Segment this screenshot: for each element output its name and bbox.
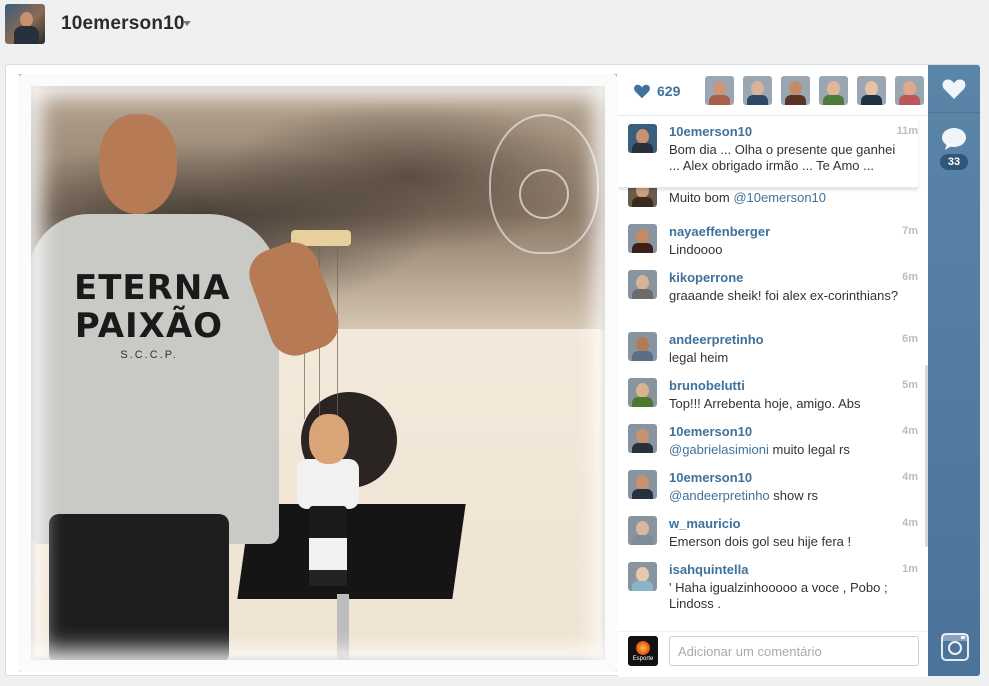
comment-time: 4m	[902, 517, 918, 529]
comment-username[interactable]: kikoperrone	[669, 270, 743, 285]
avatar[interactable]	[628, 378, 657, 407]
vintage-photo-frame	[19, 74, 617, 672]
comment-button[interactable]: 33	[928, 113, 980, 183]
liker-avatar[interactable]	[819, 76, 848, 105]
comment-input[interactable]	[669, 636, 919, 666]
mention-link[interactable]: @andeerpretinho	[669, 488, 770, 503]
comment-username[interactable]: 10emerson10	[669, 424, 752, 439]
heart-icon	[634, 84, 650, 99]
comment-text: Muito bom @10emerson10	[669, 190, 827, 205]
avatar[interactable]	[628, 332, 657, 361]
mention-link[interactable]: @10emerson10	[733, 190, 826, 205]
speech-bubble-icon	[942, 128, 966, 150]
list-item: kikoperrone 6m graaande sheik! foi alex ex…	[618, 262, 918, 308]
liker-avatar[interactable]	[857, 76, 886, 105]
comment-time: 11m	[896, 125, 918, 137]
comment-time: 5m	[902, 379, 918, 391]
liker-avatar[interactable]	[895, 76, 924, 105]
comment-username[interactable]: brunobelutti	[669, 378, 745, 393]
likes-row: 629	[618, 65, 928, 116]
like-count: 629	[657, 83, 681, 99]
comment-text: Top!!! Arrebenta hoje, amigo. Abs	[669, 396, 861, 411]
comment-time: 4m	[902, 425, 918, 437]
comment-text: ' Haha igualzinhooooo a voce , Pobo ; Li…	[669, 580, 888, 611]
comment-count-badge: 33	[940, 154, 968, 170]
profile-username[interactable]: 10emerson10	[61, 13, 185, 35]
list-item: 10emerson10 4m @gabrielasimioni muito lega…	[618, 416, 918, 462]
avatar[interactable]	[628, 562, 657, 591]
comment-text: legal heim	[669, 350, 729, 365]
avatar[interactable]	[628, 270, 657, 299]
post-photo[interactable]: ETERNA PAIXÃO S.C.C.P.	[19, 74, 617, 672]
chevron-down-icon[interactable]	[183, 21, 191, 26]
like-count-button[interactable]: 629	[627, 76, 699, 106]
list-item: 10emerson10 4m @andeerpretinho show rs	[618, 462, 918, 508]
list-item: isahquintella 1m ' Haha igualzinhooooo a v…	[618, 554, 918, 611]
instagram-camera-icon[interactable]	[941, 633, 969, 661]
comment-time: 4m	[902, 471, 918, 483]
list-item: w_mauricio 4m Emerson dois gol seu hije fe…	[618, 508, 918, 554]
comment-text: Bom dia ... Olha o presente que ganhei .…	[669, 142, 896, 173]
comment-composer: Esporte	[618, 631, 928, 677]
heart-icon	[942, 79, 966, 99]
comment-text: @andeerpretinho show rs	[669, 488, 819, 503]
comment-username[interactable]: isahquintella	[669, 562, 748, 577]
liker-avatar[interactable]	[705, 76, 734, 105]
list-item: brunobelutti 5m Top!!! Arrebenta hoje, ami…	[618, 370, 918, 416]
avatar[interactable]	[628, 470, 657, 499]
avatar[interactable]	[628, 516, 657, 545]
likers-list	[705, 76, 933, 106]
comment-username[interactable]: w_mauricio	[669, 516, 741, 531]
comment-text: Lindoooo	[669, 242, 723, 257]
comment-username[interactable]: andeerpretinho	[669, 332, 764, 347]
comment-time: 6m	[902, 333, 918, 345]
comment-username[interactable]: 10emerson10	[669, 470, 752, 485]
current-user-avatar: Esporte	[628, 636, 658, 666]
comment-username[interactable]: 10emerson10	[669, 124, 752, 139]
avatar[interactable]	[628, 424, 657, 453]
caption-comment: 10emerson10 11m Bom dia ... Olha o prese…	[618, 116, 918, 188]
comment-time: 6m	[902, 271, 918, 283]
list-item: andeerpretinho 6m legal heim	[618, 324, 918, 370]
mention-link[interactable]: @gabrielasimioni	[669, 442, 769, 457]
comment-time: 1m	[902, 563, 918, 575]
liker-avatar[interactable]	[743, 76, 772, 105]
post-card: ETERNA PAIXÃO S.C.C.P. 629 10emerson10 1…	[5, 64, 980, 677]
comment-text: graaande sheik! foi alex ex-corinthians?	[669, 288, 899, 303]
comment-text: @gabrielasimioni muito legal rs	[669, 442, 850, 457]
avatar[interactable]	[628, 124, 657, 153]
liker-avatar[interactable]	[781, 76, 810, 105]
profile-avatar[interactable]	[5, 4, 45, 44]
comment-time: 7m	[902, 225, 918, 237]
comment-text: Emerson dois gol seu hije fera !	[669, 534, 852, 549]
action-rail: 33	[928, 65, 980, 676]
like-button[interactable]	[928, 65, 980, 113]
comment-username[interactable]: nayaeffenberger	[669, 224, 770, 239]
comments-list: 10emerson10 11m Bom dia ... Olha o prese…	[618, 116, 928, 631]
profile-header: 10emerson10	[0, 0, 989, 50]
avatar[interactable]	[628, 224, 657, 253]
list-item: nayaeffenberger 7m Lindoooo	[618, 216, 918, 262]
